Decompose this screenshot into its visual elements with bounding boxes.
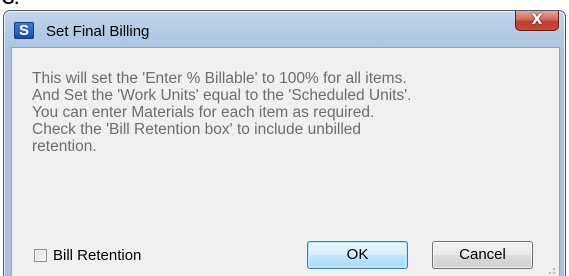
message-line: And Set the 'Work Units' equal to the 'S… (32, 87, 412, 104)
close-button[interactable]: X (515, 11, 559, 31)
title-bar[interactable]: S Set Final Billing X (4, 11, 565, 47)
dialog-window: S Set Final Billing X This will set the … (3, 10, 566, 276)
dialog-title: Set Final Billing (46, 23, 150, 40)
checkbox-box[interactable] (34, 248, 47, 262)
cancel-button[interactable]: Cancel (432, 241, 533, 269)
bill-retention-checkbox[interactable]: Bill Retention (34, 247, 141, 264)
message-text: This will set the 'Enter % Billable' to … (32, 70, 552, 155)
screen: G. S Set Final Billing X This will set t… (0, 0, 569, 276)
message-line: retention. (32, 138, 97, 155)
app-s-icon: S (14, 22, 34, 39)
close-icon: X (531, 12, 543, 28)
ok-button[interactable]: OK (307, 241, 408, 269)
resize-grip-icon[interactable] (546, 265, 556, 275)
message-line: You can enter Materials for each item as… (32, 104, 375, 121)
dialog-body: This will set the 'Enter % Billable' to … (11, 47, 560, 276)
message-line: Check the 'Bill Retention box' to includ… (32, 121, 362, 138)
bill-retention-label[interactable]: Bill Retention (53, 247, 141, 264)
background-text-fragment-label: G. (2, 0, 30, 8)
message-line: This will set the 'Enter % Billable' to … (32, 70, 407, 87)
